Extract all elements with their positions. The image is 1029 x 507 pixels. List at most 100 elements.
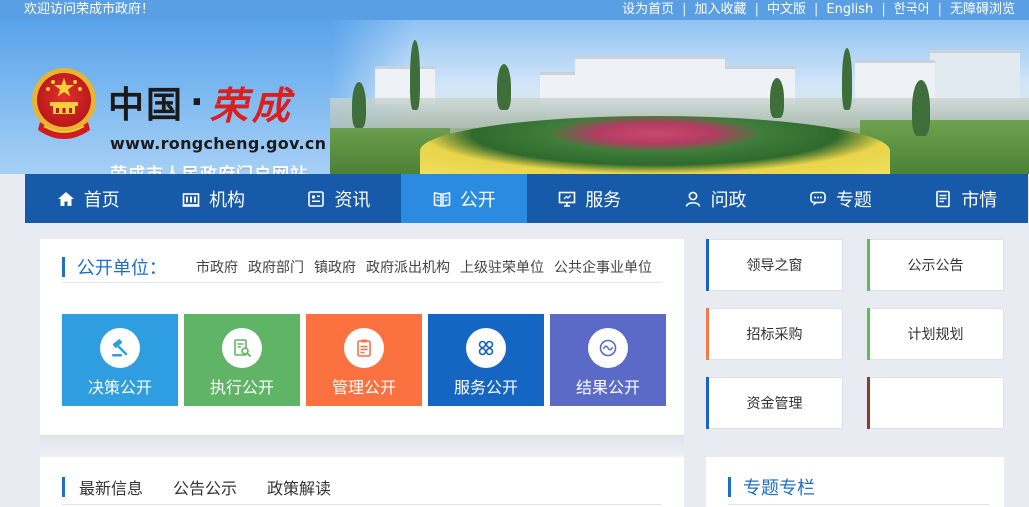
separator: | (813, 2, 819, 17)
banner-tree (770, 78, 784, 118)
nav-item-home[interactable]: 首页 (25, 174, 150, 223)
tile-decision-disclosure[interactable]: 决策公开 (62, 314, 178, 406)
nav-label: 专题 (835, 189, 872, 211)
nav-item-institution[interactable]: 机构 (150, 174, 275, 223)
card-planning[interactable]: 计划规划 (867, 308, 1004, 360)
panel-divider (40, 435, 684, 457)
special-column-title: 专题专栏 (743, 477, 815, 499)
unit-link-dispatched-agencies[interactable]: 政府派出机构 (366, 257, 450, 277)
wave-icon (588, 328, 628, 368)
banner-tree (352, 82, 366, 128)
link-english[interactable]: English (826, 0, 873, 20)
clipboard-icon (344, 328, 384, 368)
banner-tree (912, 80, 930, 136)
banner-building (930, 50, 1020, 104)
card-leaders-window[interactable]: 领导之窗 (706, 239, 843, 291)
welcome-text: 欢迎访问荣成市政府！ (24, 2, 155, 17)
units-title: 公开单位： (76, 257, 167, 279)
user-icon (683, 189, 703, 209)
tab-latest-info[interactable]: 最新信息 (79, 475, 143, 499)
tile-label: 结果公开 (575, 378, 640, 397)
card-procurement[interactable]: 招标采购 (706, 308, 843, 360)
tile-result-disclosure[interactable]: 结果公开 (550, 314, 666, 406)
nav-item-topics[interactable]: 专题 (777, 174, 902, 223)
separator: | (682, 2, 687, 17)
section-accent-bar (62, 256, 65, 277)
national-emblem-icon (32, 68, 96, 139)
tile-label: 管理公开 (331, 378, 396, 397)
banner-building (575, 56, 725, 104)
section-accent-bar (728, 476, 731, 497)
header-banner: 中国 · 荣成 www.rongcheng.gov.cn 荣成市人民政府门户网站 (0, 20, 1029, 174)
separator: | (754, 2, 759, 17)
tile-service-disclosure[interactable]: 服务公开 (428, 314, 544, 406)
news-icon (306, 189, 326, 209)
top-links: 设为首页 | 加入收藏 | 中文版 | English | 한국어 | 无障碍浏… (622, 0, 1015, 20)
disclosure-units-header: 公开单位： 市政府 政府部门 镇政府 政府派出机构 上级驻荣单位 公共企事业单位 (62, 251, 662, 283)
card-empty[interactable] (867, 377, 1004, 429)
tile-management-disclosure[interactable]: 管理公开 (306, 314, 422, 406)
section-accent-bar (62, 476, 65, 497)
tile-label: 执行公开 (209, 378, 274, 397)
building-icon (181, 189, 201, 209)
site-subtitle: 荣成市人民政府门户网站 (110, 160, 308, 174)
special-column-header: 专题专栏 (728, 469, 990, 505)
logo-dot: · (190, 81, 204, 123)
home-icon (56, 189, 76, 209)
tile-label: 决策公开 (87, 378, 152, 397)
nav-label: 资讯 (334, 189, 371, 211)
tab-policy-interpretation[interactable]: 政策解读 (267, 475, 331, 499)
link-set-homepage[interactable]: 设为首页 (622, 0, 674, 20)
tile-label: 服务公开 (453, 378, 518, 397)
separator: | (937, 2, 942, 17)
nav-item-inquiry[interactable]: 问政 (652, 174, 777, 223)
unit-link-town-gov[interactable]: 镇政府 (314, 257, 356, 277)
card-fund-management[interactable]: 资金管理 (706, 377, 843, 429)
link-korean[interactable]: 한국어 (894, 0, 930, 20)
nav-label: 问政 (710, 189, 747, 211)
link-add-favorite[interactable]: 加入收藏 (695, 0, 747, 20)
link-chinese[interactable]: 中文版 (767, 0, 806, 20)
nav-label: 公开 (459, 189, 496, 211)
tab-announcements[interactable]: 公告公示 (173, 475, 237, 499)
card-public-notice[interactable]: 公示公告 (867, 239, 1004, 291)
search-doc-icon (222, 328, 262, 368)
grid-icon (466, 328, 506, 368)
site-url: www.rongcheng.gov.cn (110, 134, 327, 153)
card-label: 资金管理 (746, 396, 803, 412)
gavel-icon (100, 328, 140, 368)
nav-label: 机构 (209, 189, 246, 211)
nav-item-news[interactable]: 资讯 (276, 174, 401, 223)
monitor-icon (557, 189, 577, 209)
top-bar: 欢迎访问荣成市政府！ 设为首页 | 加入收藏 | 中文版 | English |… (0, 0, 1029, 20)
unit-link-city-gov[interactable]: 市政府 (196, 257, 238, 277)
unit-link-superior-units[interactable]: 上级驻荣单位 (460, 257, 544, 277)
link-accessibility[interactable]: 无障碍浏览 (950, 0, 1015, 20)
nav-item-city-info[interactable]: 市情 (903, 174, 1028, 223)
unit-link-public-enterprises[interactable]: 公共企事业单位 (554, 257, 652, 277)
special-column-panel: 专题专栏 (706, 457, 1004, 507)
separator: | (881, 2, 886, 17)
nav-label: 首页 (83, 189, 120, 211)
nav-label: 服务 (585, 189, 622, 211)
banner-tree (497, 64, 511, 110)
main-nav: 首页 机构 资讯 公开 服务 问政 专题 市情 (25, 174, 1028, 223)
disclosure-panel: 公开单位： 市政府 政府部门 镇政府 政府派出机构 上级驻荣单位 公共企事业单位… (40, 239, 684, 435)
banner-tree (410, 40, 420, 110)
tile-execution-disclosure[interactable]: 执行公开 (184, 314, 300, 406)
card-label: 公示公告 (907, 258, 964, 274)
nav-label: 市情 (961, 189, 998, 211)
disclosure-tiles: 决策公开 执行公开 管理公开 服务公开 结果公开 (62, 314, 666, 406)
chat-icon (808, 189, 828, 209)
banner-tree (842, 48, 852, 110)
news-tabs: 最新信息 公告公示 政策解读 (62, 469, 662, 505)
card-label: 领导之窗 (746, 258, 803, 274)
site-logo-title[interactable]: 中国 · 荣成 (108, 72, 294, 132)
book-icon (432, 189, 452, 209)
card-label: 计划规划 (907, 327, 964, 343)
nav-item-disclosure[interactable]: 公开 (401, 174, 527, 223)
logo-country: 中国 (108, 84, 185, 126)
card-label: 招标采购 (746, 327, 803, 343)
unit-link-gov-departments[interactable]: 政府部门 (248, 257, 304, 277)
nav-item-service[interactable]: 服务 (527, 174, 652, 223)
